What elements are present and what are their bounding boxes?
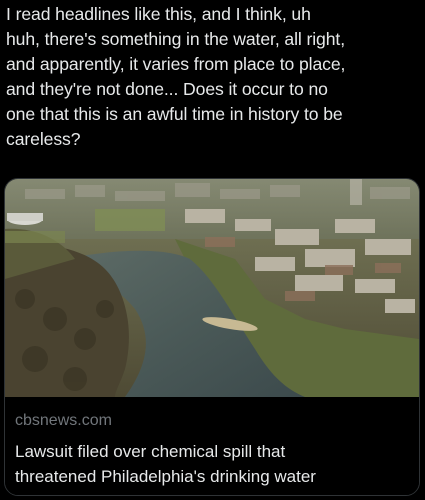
link-preview-meta[interactable]: cbsnews.com Lawsuit filed over chemical … (5, 397, 419, 495)
post-text-line: huh, there's something in the water, all… (6, 29, 345, 49)
link-domain: cbsnews.com (15, 412, 112, 429)
article-thumbnail-image[interactable] (5, 179, 419, 397)
link-title-line: Lawsuit filed over chemical spill that (15, 442, 286, 461)
link-title-line: threatened Philadelphia's drinking water (15, 467, 316, 486)
post-text-line: and apparently, it varies from place to … (6, 54, 346, 74)
post-text-line: careless? (6, 129, 81, 149)
post-text-line: one that this is an awful time in histor… (6, 104, 343, 124)
post-text-line: and they're not done... Does it occur to… (6, 79, 328, 99)
post-text-line: I read headlines like this, and I think,… (6, 4, 311, 24)
link-preview-card[interactable]: cbsnews.com Lawsuit filed over chemical … (4, 178, 420, 496)
link-title: Lawsuit filed over chemical spill that t… (15, 439, 411, 489)
post-text: I read headlines like this, and I think,… (6, 2, 422, 152)
